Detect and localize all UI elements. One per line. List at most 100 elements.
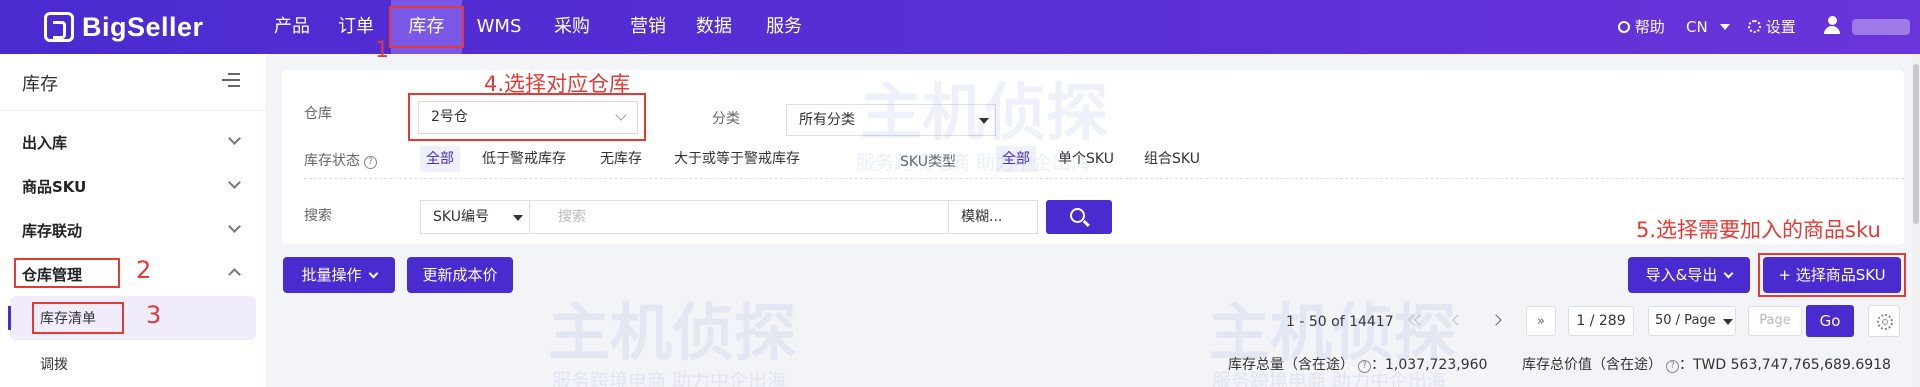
top-navbar: BigSeller 产品 订单 库存 WMS 采购 营销 数据 服务 帮助 CN…	[0, 0, 1920, 54]
pagination-range: 1 - 50 of 14417	[1286, 314, 1394, 330]
caret-down-icon	[513, 215, 523, 221]
annotation-step-5: 5.选择需要加入的商品sku	[1636, 218, 1881, 242]
total-value-amount: TWD 563,747,765,689.6918	[1693, 357, 1891, 373]
stock-status-below-alert[interactable]: 低于警戒库存	[476, 146, 572, 172]
nav-item-wms[interactable]: WMS	[472, 0, 526, 54]
search-label: 搜索	[304, 208, 332, 224]
stock-status-above-alert[interactable]: 大于或等于警戒库存	[668, 146, 806, 172]
go-button[interactable]: Go	[1806, 305, 1854, 337]
update-cost-button[interactable]: 更新成本价	[407, 257, 513, 293]
sidebar-item-transfer[interactable]: 调拨	[40, 354, 68, 374]
scrollbar-thumb[interactable]	[1913, 64, 1919, 224]
nav-item-purchase[interactable]: 采购	[542, 0, 602, 54]
settings-label: 设置	[1765, 18, 1796, 36]
total-quantity: 库存总量（含在途）? ：1,037,723,960	[1228, 357, 1488, 373]
sidebar: 库存 出入库 商品SKU 库存联动 仓库管理 库存清单 调拨	[0, 54, 266, 387]
total-value-label: 库存总价值（含在途）	[1522, 357, 1662, 373]
select-product-sku-button[interactable]: + 选择商品SKU	[1763, 257, 1901, 293]
import-export-button[interactable]: 导入&导出	[1628, 257, 1750, 293]
caret-down-icon	[1720, 24, 1731, 30]
nav-item-service[interactable]: 服务	[754, 0, 814, 54]
sidebar-active-indicator	[8, 306, 11, 330]
search-icon	[1070, 208, 1085, 223]
sidebar-item-stock-in-out[interactable]: 出入库	[22, 132, 67, 153]
stock-status-label: 库存状态?	[304, 150, 377, 170]
next-page-icon[interactable]	[1490, 314, 1502, 326]
search-help-icon	[1618, 21, 1630, 33]
annotation-box-inventory-nav	[389, 6, 464, 48]
collapse-menu-icon[interactable]	[222, 72, 240, 88]
username-redacted	[1852, 19, 1910, 35]
caret-down-icon	[1723, 319, 1733, 325]
caret-down-icon	[979, 118, 989, 124]
nav-item-data[interactable]: 数据	[684, 0, 744, 54]
bulk-actions-button[interactable]: 批量操作	[283, 257, 395, 293]
chevron-down-icon	[1723, 268, 1734, 279]
brand-logo[interactable]: BigSeller	[44, 9, 204, 45]
total-quantity-label: 库存总量（含在途）	[1228, 357, 1354, 373]
user-icon[interactable]	[1824, 16, 1840, 36]
question-icon: ?	[1358, 360, 1371, 373]
help-link[interactable]: 帮助	[1618, 0, 1665, 54]
annotation-box-inventory-list	[32, 302, 124, 334]
watermark: 主机侦探	[548, 296, 797, 369]
filter-divider	[304, 178, 1904, 179]
annotation-number-1: 1	[375, 38, 389, 63]
annotation-step-4: 4.选择对应仓库	[484, 72, 631, 96]
nav-item-marketing[interactable]: 营销	[618, 0, 678, 54]
sku-type-single[interactable]: 单个SKU	[1052, 146, 1120, 172]
stock-status-all[interactable]: 全部	[420, 146, 460, 172]
question-icon: ?	[1666, 360, 1679, 373]
gear-icon[interactable]	[1868, 305, 1900, 337]
page-size-value: 50 / Page	[1655, 313, 1716, 328]
warehouse-label: 仓库	[304, 106, 332, 122]
search-field-select[interactable]: SKU编号	[420, 200, 530, 234]
annotation-number-3: 3	[146, 301, 162, 329]
total-value: 库存总价值（含在途）? ：TWD 563,747,765,689.6918	[1522, 357, 1891, 373]
warehouse-select[interactable]: 2号仓	[418, 101, 638, 134]
nav-item-product[interactable]: 产品	[262, 0, 322, 54]
last-page-icon: »	[1537, 314, 1545, 329]
chevron-up-icon	[228, 268, 241, 281]
chevron-down-icon	[228, 176, 241, 189]
question-icon: ?	[364, 156, 377, 169]
logo-icon	[44, 12, 74, 42]
sku-type-label: SKU类型	[900, 154, 956, 170]
stock-status-out-of-stock[interactable]: 无库存	[594, 146, 648, 172]
category-select-value: 所有分类	[799, 112, 855, 128]
annotation-box-warehouse-management	[14, 258, 120, 288]
sidebar-title: 库存	[22, 74, 58, 95]
chevron-down-icon	[615, 109, 627, 121]
gear-icon	[1748, 20, 1761, 33]
prev-page-icon[interactable]	[1452, 314, 1464, 326]
brand-name: BigSeller	[82, 11, 204, 42]
search-mode-select[interactable]: 模糊...	[948, 200, 1038, 234]
category-select[interactable]: 所有分类	[786, 104, 996, 136]
watermark-subtitle: 服务跨境电商 助力中企出海	[552, 370, 787, 387]
sku-type-all[interactable]: 全部	[996, 146, 1036, 172]
page-input[interactable]: Page	[1748, 306, 1802, 336]
language-label: CN	[1686, 18, 1708, 36]
sku-type-combo[interactable]: 组合SKU	[1138, 146, 1206, 172]
total-quantity-value: 1,037,723,960	[1385, 357, 1488, 373]
sidebar-item-product-sku[interactable]: 商品SKU	[22, 176, 86, 197]
help-label: 帮助	[1634, 18, 1665, 36]
search-button[interactable]	[1046, 200, 1112, 234]
warehouse-select-value: 2号仓	[431, 109, 468, 125]
search-input[interactable]: 搜索	[529, 200, 949, 234]
annotation-number-2: 2	[136, 256, 152, 284]
search-mode-value: 模糊...	[961, 209, 1003, 225]
page-indicator: 1 / 289	[1568, 306, 1634, 336]
chevron-down-icon	[228, 132, 241, 145]
sidebar-item-stock-sync[interactable]: 库存联动	[22, 220, 82, 241]
settings-link[interactable]: 设置	[1748, 0, 1796, 54]
page-scrollbar[interactable]	[1912, 54, 1920, 387]
last-page-button[interactable]: »	[1526, 306, 1556, 336]
page-size-select[interactable]: 50 / Page	[1648, 306, 1736, 336]
chevron-down-icon	[368, 268, 378, 279]
language-selector[interactable]: CN	[1686, 0, 1731, 54]
sidebar-divider	[0, 110, 266, 111]
search-field-value: SKU编号	[433, 209, 489, 225]
chevron-down-icon	[228, 220, 241, 233]
category-label: 分类	[712, 111, 740, 127]
